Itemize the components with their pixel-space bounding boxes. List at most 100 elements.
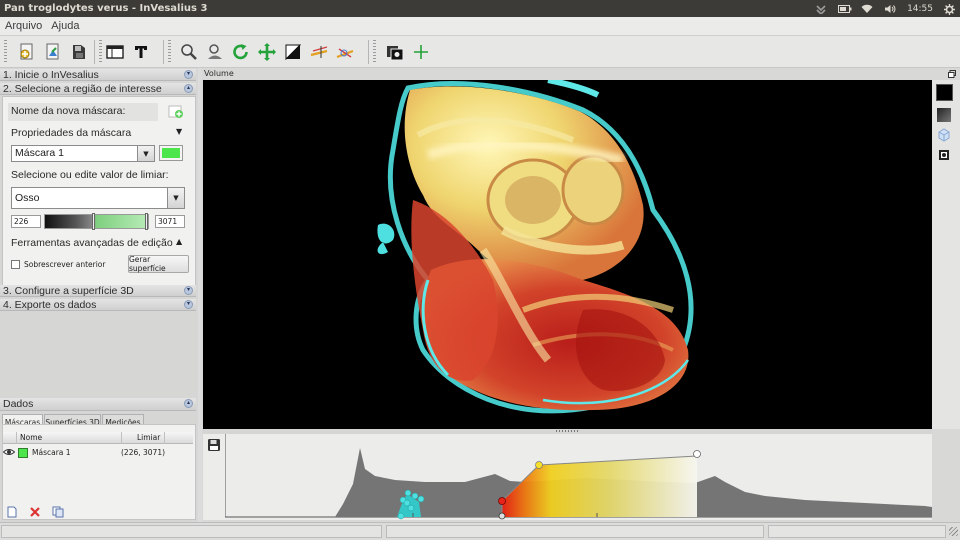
mask-color-button[interactable] [159, 145, 183, 161]
move-icon[interactable] [256, 41, 278, 63]
wifi-icon[interactable] [861, 4, 873, 14]
threshold-select-arrow[interactable]: ▼ [167, 187, 185, 209]
histogram-chart [225, 434, 932, 520]
menu-bar: Arquivo Ajuda [0, 17, 960, 36]
step4-header[interactable]: 4. Exporte os dados ▾ [0, 299, 196, 311]
overwrite-label: Sobrescrever anterior [24, 260, 106, 269]
cube-icon[interactable] [937, 128, 951, 145]
expand-icon[interactable]: ▾ [184, 300, 193, 309]
mask-name-select[interactable]: Máscara 1 [11, 145, 138, 162]
overwrite-checkbox[interactable] [11, 260, 20, 269]
threshold-label: Selecione ou edite valor de limiar: [11, 169, 169, 181]
threshold-preset-value: Osso [15, 192, 40, 204]
toolbar-separator [94, 40, 95, 64]
transfer-function-editor[interactable] [203, 434, 932, 520]
viewer-label: Volume [204, 69, 234, 78]
layout-tools [100, 38, 156, 66]
duplicate-icon[interactable] [52, 506, 64, 521]
toolbar-grip[interactable] [373, 40, 376, 64]
zoom-icon[interactable] [178, 41, 200, 63]
skull-volume-render [377, 80, 694, 414]
generate-surface-button[interactable]: Gerar superfície [128, 255, 189, 273]
table-row[interactable]: Máscara 1 (226, 3071) [2, 446, 193, 459]
menu-ajuda[interactable]: Ajuda [46, 20, 83, 32]
volume-render-view[interactable] [203, 80, 932, 429]
menu-arquivo[interactable]: Arquivo [0, 20, 46, 32]
measure-linear-icon[interactable] [308, 41, 330, 63]
battery-icon[interactable] [838, 4, 852, 14]
raycasting-icon[interactable] [937, 108, 951, 122]
new-item-icon[interactable] [6, 506, 18, 521]
mask-row-color [18, 448, 28, 458]
threshold-max-input[interactable]: 3071 [155, 215, 185, 228]
viewer-side-toolbar [932, 80, 960, 429]
contrast-icon[interactable] [282, 41, 304, 63]
window-layout-icon[interactable] [104, 41, 126, 63]
snapshot-icon[interactable] [384, 41, 406, 63]
status-cell-main [1, 525, 382, 538]
threshold-max-handle[interactable] [145, 213, 148, 230]
step1-header[interactable]: 1. Inicie o InVesalius ▾ [0, 69, 196, 81]
col-visibility [3, 432, 17, 444]
save-preset-icon[interactable] [207, 438, 221, 455]
left-panel: 1. Inicie o InVesalius ▾ 2. Selecione a … [0, 68, 198, 522]
download-icon[interactable] [815, 4, 827, 15]
threshold-min-input[interactable]: 226 [11, 215, 41, 228]
splitter-grip[interactable] [556, 430, 580, 432]
toolbar-grip[interactable] [4, 40, 7, 64]
col-threshold[interactable]: Limiar [137, 433, 160, 442]
status-bar [0, 522, 960, 540]
window-title: Pan troglodytes verus - InVesalius 3 [4, 3, 208, 14]
mask-select-arrow[interactable]: ▼ [137, 145, 155, 162]
gear-icon[interactable] [944, 3, 956, 15]
file-tools [12, 38, 94, 66]
save-icon[interactable] [68, 41, 90, 63]
toolbar-separator [368, 40, 369, 64]
viewer-tools [174, 38, 360, 66]
step3-header[interactable]: 3. Configure a superfície 3D ▾ [0, 285, 196, 297]
eye-icon[interactable] [2, 448, 16, 459]
threshold-preset-select[interactable]: Osso [11, 187, 168, 209]
open-icon[interactable] [42, 41, 64, 63]
collapse-icon[interactable]: ▴ [184, 84, 193, 93]
expand-icon[interactable]: ▾ [184, 286, 193, 295]
roi-panel: Nome da nova máscara: Propriedades da má… [2, 96, 196, 289]
volume-icon[interactable] [884, 4, 896, 14]
background-color-icon[interactable] [936, 84, 953, 101]
delete-icon[interactable] [29, 506, 41, 521]
system-tray: 14:55 [815, 0, 956, 17]
resize-grip-icon[interactable] [949, 527, 958, 536]
collapse-icon[interactable]: ▴ [184, 399, 193, 408]
toolbar-separator [163, 40, 164, 64]
threshold-slider[interactable] [44, 213, 149, 230]
col-name[interactable]: Nome [20, 433, 42, 442]
advanced-tools-label[interactable]: Ferramentas avançadas de edição [11, 237, 173, 249]
expand-icon[interactable]: ▾ [184, 70, 193, 79]
mask-name-value: Máscara 1 [15, 147, 65, 159]
threshold-min-value: 226 [14, 217, 29, 226]
rotate-icon[interactable] [230, 41, 252, 63]
toolbar-grip[interactable] [168, 40, 171, 64]
step4-label: 4. Exporte os dados [3, 299, 97, 311]
data-panel-header[interactable]: Dados ▴ [0, 398, 196, 411]
status-cell-info [386, 525, 764, 538]
zoom-select-icon[interactable] [204, 41, 226, 63]
import-icon[interactable] [16, 41, 38, 63]
threshold-min-handle[interactable] [92, 213, 95, 230]
mask-color-swatch [162, 148, 180, 158]
mask-row-name: Máscara 1 [32, 448, 71, 457]
progress-bar [768, 525, 946, 538]
stereo-icon[interactable] [937, 148, 951, 165]
new-mask-label: Nome da nova máscara: [11, 105, 126, 117]
clock[interactable]: 14:55 [907, 4, 933, 14]
collapse-arrow-icon[interactable]: ▼ [176, 127, 182, 136]
masks-table-header: Nome Limiar [3, 432, 193, 444]
crosshair-icon[interactable] [410, 41, 432, 63]
measure-angle-icon[interactable] [334, 41, 356, 63]
text-icon[interactable] [130, 41, 152, 63]
new-mask-icon[interactable] [167, 104, 185, 120]
capture-tools [380, 38, 436, 66]
expand-arrow-icon[interactable]: ▲ [176, 237, 182, 246]
step2-header[interactable]: 2. Selecione a região de interesse ▴ [0, 83, 196, 95]
col-divider [164, 432, 165, 444]
